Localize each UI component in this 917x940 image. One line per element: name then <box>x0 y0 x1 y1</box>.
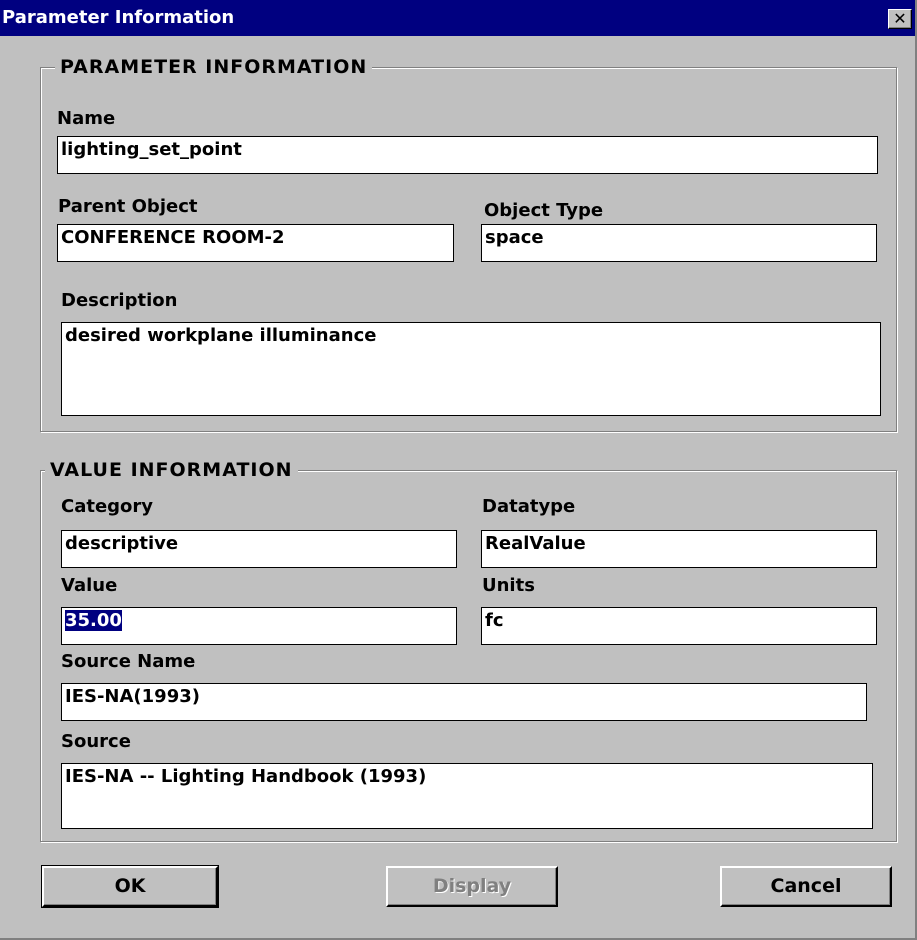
title-bar[interactable]: Parameter Information ✕ <box>0 0 915 36</box>
units-label: Units <box>482 575 535 596</box>
source-name-label: Source Name <box>61 651 196 672</box>
source-name-field[interactable]: IES-NA(1993) <box>61 683 867 721</box>
datatype-field[interactable]: RealValue <box>481 530 877 568</box>
parameter-information-group: PARAMETER INFORMATION Name lighting_set_… <box>40 55 897 432</box>
description-label: Description <box>61 290 178 311</box>
value-information-legend: VALUE INFORMATION <box>45 458 298 482</box>
window-title: Parameter Information <box>2 7 235 28</box>
object-type-label: Object Type <box>484 200 604 221</box>
value-field-selection: 35.00 <box>65 610 122 631</box>
parent-object-field[interactable]: CONFERENCE ROOM-2 <box>57 224 454 262</box>
value-field[interactable]: 35.00 <box>61 607 457 645</box>
category-field[interactable]: descriptive <box>61 530 457 568</box>
display-button[interactable]: Display <box>386 866 558 907</box>
value-label: Value <box>61 575 118 596</box>
category-label: Category <box>61 496 154 517</box>
description-field[interactable]: desired workplane illuminance <box>61 322 881 416</box>
datatype-label: Datatype <box>482 496 576 517</box>
parameter-information-dialog: Parameter Information ✕ PARAMETER INFORM… <box>0 0 917 940</box>
units-field[interactable]: fc <box>481 607 877 645</box>
name-label: Name <box>57 108 116 129</box>
ok-button[interactable]: OK <box>41 865 219 908</box>
close-icon[interactable]: ✕ <box>888 9 912 29</box>
parameter-information-legend: PARAMETER INFORMATION <box>55 55 373 79</box>
object-type-field[interactable]: space <box>481 224 877 262</box>
parent-object-label: Parent Object <box>58 196 198 217</box>
source-field[interactable]: IES-NA -- Lighting Handbook (1993) <box>61 763 873 829</box>
cancel-button[interactable]: Cancel <box>720 866 892 907</box>
name-field[interactable]: lighting_set_point <box>57 136 878 174</box>
value-information-group: VALUE INFORMATION Category descriptive D… <box>40 458 897 842</box>
source-label: Source <box>61 731 131 752</box>
